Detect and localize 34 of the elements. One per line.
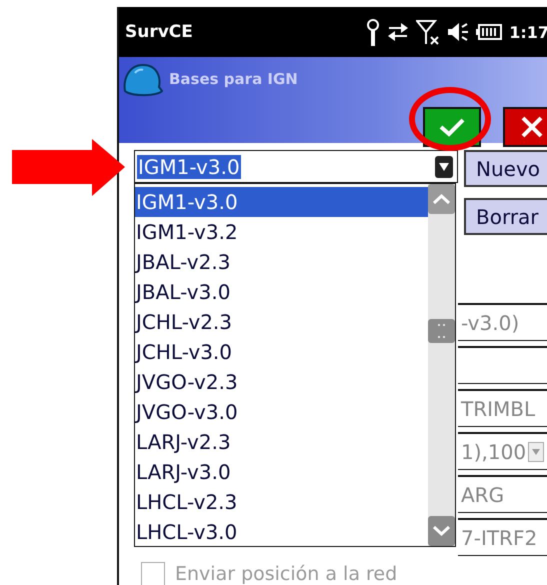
action-button[interactable]: Nuevo: [464, 150, 547, 187]
caret-icon: [439, 162, 449, 170]
combo-value: IGM1-v3.0: [137, 154, 241, 178]
list-option[interactable]: JCHL-v2.3: [135, 307, 428, 337]
base-combo[interactable]: IGM1-v3.0: [134, 150, 458, 183]
list-option[interactable]: LARJ-v2.3: [135, 427, 428, 457]
input-field[interactable]: [458, 346, 547, 384]
window-title: Bases para IGN: [169, 70, 298, 88]
list-option[interactable]: LHCL-v2.3: [135, 487, 428, 517]
list-option[interactable]: JBAL-v3.0: [135, 277, 428, 307]
antenna-icon[interactable]: [366, 18, 380, 46]
list-option[interactable]: IGM1-v3.2: [135, 217, 428, 247]
battery-icon[interactable]: [476, 24, 502, 40]
speaker-icon[interactable]: [447, 21, 470, 43]
app-name: SurvCE: [125, 22, 193, 42]
list-option[interactable]: LARJ-v3.0: [135, 457, 428, 487]
scroll-thumb-icon[interactable]: [428, 319, 455, 343]
scroll-down-icon[interactable]: [428, 516, 455, 546]
list-option[interactable]: IGM1-v3.0: [135, 187, 428, 217]
list-option[interactable]: LHCL-v3.0: [135, 517, 428, 547]
scroll-up-icon[interactable]: [428, 184, 455, 214]
action-button[interactable]: Borrar: [464, 198, 547, 235]
checkbox-label: Enviar posición a la red: [175, 563, 398, 585]
cancel-button[interactable]: [503, 107, 547, 147]
check-icon: [439, 117, 465, 137]
list-option[interactable]: JVGO-v3.0: [135, 397, 428, 427]
list-option[interactable]: JCHL-v3.0: [135, 337, 428, 367]
dropdown-button[interactable]: [435, 156, 453, 178]
hard-hat-icon: [121, 61, 163, 97]
close-icon: [521, 116, 543, 138]
list-option[interactable]: JBAL-v2.3: [135, 247, 428, 277]
sync-arrows-icon[interactable]: [387, 21, 410, 43]
list-option[interactable]: JVGO-v2.3: [135, 367, 428, 397]
signal-off-icon[interactable]: [416, 19, 440, 45]
